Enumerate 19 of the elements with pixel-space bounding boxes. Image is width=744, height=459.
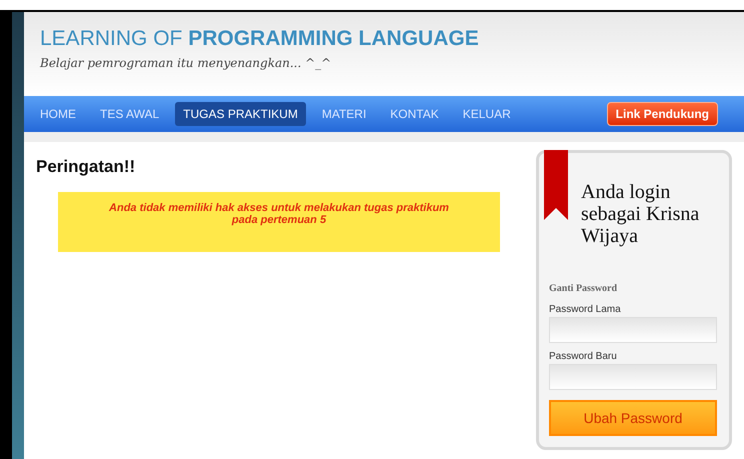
field-label: Password Baru: [549, 350, 618, 364]
link-pendukung-button[interactable]: Link Pendukung: [606, 102, 718, 126]
site-tagline: Belajar pemrograman itu menyenangkan... ^_^: [40, 55, 332, 72]
nav-tab[interactable]: TUGAS PRAKTIKUM: [175, 102, 306, 126]
site-title: LEARNING OF PROGRAMMING LANGUAGE: [40, 27, 479, 50]
warning-heading: Peringatan!!: [36, 156, 136, 178]
ubah-password-button[interactable]: Ubah Password: [549, 400, 717, 436]
field-label: Password Lama: [549, 303, 622, 317]
section-title: Ganti Password: [549, 282, 618, 296]
password-field[interactable]: [549, 364, 717, 390]
password-field[interactable]: [549, 317, 717, 343]
nav-tab[interactable]: KONTAK: [382, 102, 447, 126]
alert-message: Anda tidak memiliki hak akses untuk melakukan tugas praktikum pada pertemuan 5: [108, 202, 450, 226]
nav-tab[interactable]: TES AWAL: [92, 102, 168, 126]
nav-tab[interactable]: MATERI: [314, 102, 374, 126]
login-greeting: Anda login sebagai Krisna Wijaya: [581, 181, 700, 247]
nav-tab[interactable]: HOME: [32, 102, 84, 126]
ribbon-icon: [544, 150, 568, 220]
nav-tab[interactable]: KELUAR: [454, 102, 519, 126]
